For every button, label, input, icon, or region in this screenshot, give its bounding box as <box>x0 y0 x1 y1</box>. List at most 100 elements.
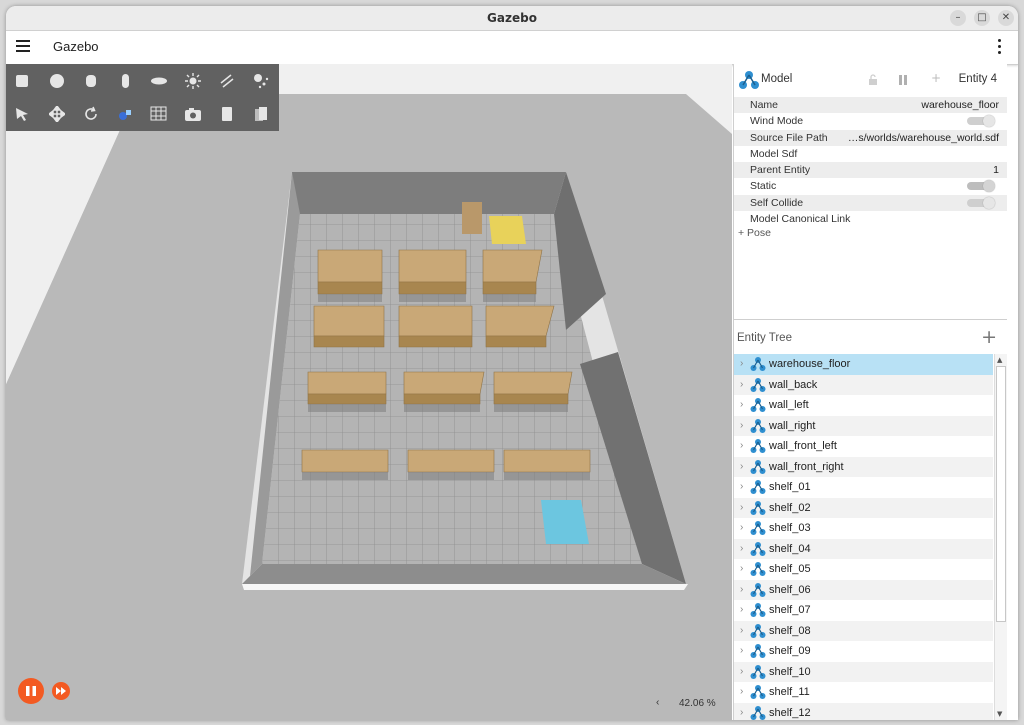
entity-tree-scrollbar[interactable]: ▲ ▼ <box>994 354 1007 720</box>
chevron-right-icon[interactable]: › <box>740 686 743 697</box>
fast-forward-icon <box>56 687 66 695</box>
copy-icon[interactable] <box>216 103 238 125</box>
wall-front <box>242 564 686 584</box>
tree-item[interactable]: › wall_front_right <box>734 456 993 477</box>
chevron-right-icon[interactable]: › <box>740 645 743 656</box>
chevron-right-icon[interactable]: › <box>740 543 743 554</box>
chevron-right-icon[interactable]: › <box>740 358 743 369</box>
chevron-right-icon[interactable]: › <box>740 420 743 431</box>
chevron-right-icon[interactable]: › <box>740 379 743 390</box>
tree-item[interactable]: › shelf_02 <box>734 497 993 518</box>
chevron-right-icon[interactable]: › <box>740 604 743 615</box>
small-box <box>462 202 482 234</box>
directional-light-icon[interactable] <box>216 70 238 92</box>
tree-item[interactable]: › shelf_11 <box>734 682 993 703</box>
row-value: …s/worlds/warehouse_world.sdf <box>847 131 999 144</box>
more-options-icon[interactable] <box>998 39 1002 57</box>
play-pause-button[interactable] <box>18 678 44 704</box>
pause-updates-icon[interactable] <box>897 74 909 86</box>
tree-item[interactable]: › wall_back <box>734 374 993 395</box>
screenshot-icon[interactable] <box>182 103 204 125</box>
zoom-prev-button[interactable]: ‹ <box>656 697 659 708</box>
rotate-icon[interactable] <box>80 103 102 125</box>
tree-item[interactable]: › shelf_08 <box>734 620 993 641</box>
row-key: Wind Mode <box>750 115 804 128</box>
chevron-right-icon[interactable]: › <box>740 481 743 492</box>
tree-item[interactable]: › shelf_04 <box>734 538 993 559</box>
tree-item[interactable]: › shelf_10 <box>734 661 993 682</box>
add-entity-button[interactable]: + <box>981 326 997 348</box>
tree-item-label: shelf_03 <box>769 522 811 534</box>
model-icon <box>750 541 766 556</box>
ellipsoid-icon[interactable] <box>148 70 170 92</box>
tree-item-label: wall_front_left <box>769 440 837 452</box>
tree-item[interactable]: › shelf_05 <box>734 559 993 580</box>
paste-icon[interactable] <box>250 103 272 125</box>
scroll-up-icon[interactable]: ▲ <box>997 356 1002 364</box>
chevron-right-icon[interactable]: › <box>740 399 743 410</box>
close-button[interactable]: ✕ <box>998 10 1014 26</box>
translate-icon[interactable] <box>46 103 68 125</box>
title-bar: Gazebo – □ ✕ <box>6 6 1018 31</box>
scrollbar-thumb[interactable] <box>996 366 1006 622</box>
select-icon[interactable] <box>11 103 33 125</box>
wall-back <box>292 172 566 214</box>
chevron-right-icon[interactable]: › <box>740 563 743 574</box>
transform-control-icon[interactable] <box>114 103 136 125</box>
chevron-right-icon[interactable]: › <box>740 461 743 472</box>
lock-icon[interactable] <box>867 74 879 86</box>
wind-mode-toggle[interactable] <box>967 115 995 128</box>
tree-item[interactable]: › shelf_09 <box>734 641 993 662</box>
tree-item[interactable]: › shelf_06 <box>734 579 993 600</box>
tree-item[interactable]: › wall_front_left <box>734 436 993 457</box>
tree-item[interactable]: › warehouse_floor <box>734 354 993 375</box>
row-source-file-path: Source File Path …s/worlds/warehouse_worl… <box>734 129 1007 146</box>
scene-render[interactable] <box>6 64 732 720</box>
spot-light-icon[interactable] <box>250 70 272 92</box>
tree-item[interactable]: › shelf_07 <box>734 600 993 621</box>
sphere-icon[interactable] <box>46 70 68 92</box>
row-wind-mode: Wind Mode <box>734 113 1007 129</box>
tree-item-label: shelf_06 <box>769 583 811 596</box>
capsule-icon[interactable] <box>114 70 136 92</box>
tree-item[interactable]: › shelf_01 <box>734 477 993 498</box>
row-key: Name <box>750 99 779 111</box>
tree-item[interactable]: › wall_left <box>734 395 993 416</box>
add-component-button[interactable]: + <box>931 71 941 85</box>
row-model-sdf: Model Sdf <box>734 146 1007 162</box>
sun-light-icon[interactable] <box>182 70 204 92</box>
tree-item-label: shelf_08 <box>769 624 811 637</box>
chevron-right-icon[interactable]: › <box>740 625 743 636</box>
tree-item-label: shelf_12 <box>769 706 811 719</box>
cylinder-icon[interactable] <box>80 70 102 92</box>
chevron-right-icon[interactable]: › <box>740 522 743 533</box>
entity-id: Entity 4 <box>958 73 997 85</box>
component-inspector-header: Model + Entity 4 <box>734 64 1007 94</box>
step-button[interactable] <box>52 682 70 700</box>
pose-expander[interactable]: + Pose <box>738 227 771 239</box>
model-icon <box>750 644 766 658</box>
minimize-button[interactable]: – <box>950 10 966 26</box>
grid-icon[interactable] <box>148 103 170 125</box>
model-icon <box>750 357 766 371</box>
tree-item-label: wall_right <box>769 419 816 432</box>
chevron-right-icon[interactable]: › <box>740 707 743 718</box>
static-toggle[interactable] <box>967 180 995 193</box>
chevron-right-icon[interactable]: › <box>740 440 743 451</box>
chevron-right-icon[interactable]: › <box>740 584 743 595</box>
row-self-collide: Self Collide <box>734 194 1007 212</box>
chevron-right-icon[interactable]: › <box>740 666 743 677</box>
self-collide-toggle[interactable] <box>967 196 995 209</box>
scroll-down-icon[interactable]: ▼ <box>997 710 1002 718</box>
menu-icon[interactable] <box>16 40 30 52</box>
box-icon[interactable] <box>11 70 33 92</box>
tree-item-label: wall_left <box>769 399 809 411</box>
tree-item[interactable]: › shelf_03 <box>734 518 993 539</box>
scene-3d-viewport[interactable]: ‹ 42.06 % <box>6 64 732 720</box>
tree-item[interactable]: › wall_right <box>734 415 993 436</box>
tree-item[interactable]: › shelf_12 <box>734 702 993 720</box>
maximize-button[interactable]: □ <box>974 10 990 26</box>
component-type: Model <box>761 73 793 85</box>
chevron-right-icon[interactable]: › <box>740 502 743 513</box>
entity-tree-header: Entity Tree + <box>734 319 1007 354</box>
